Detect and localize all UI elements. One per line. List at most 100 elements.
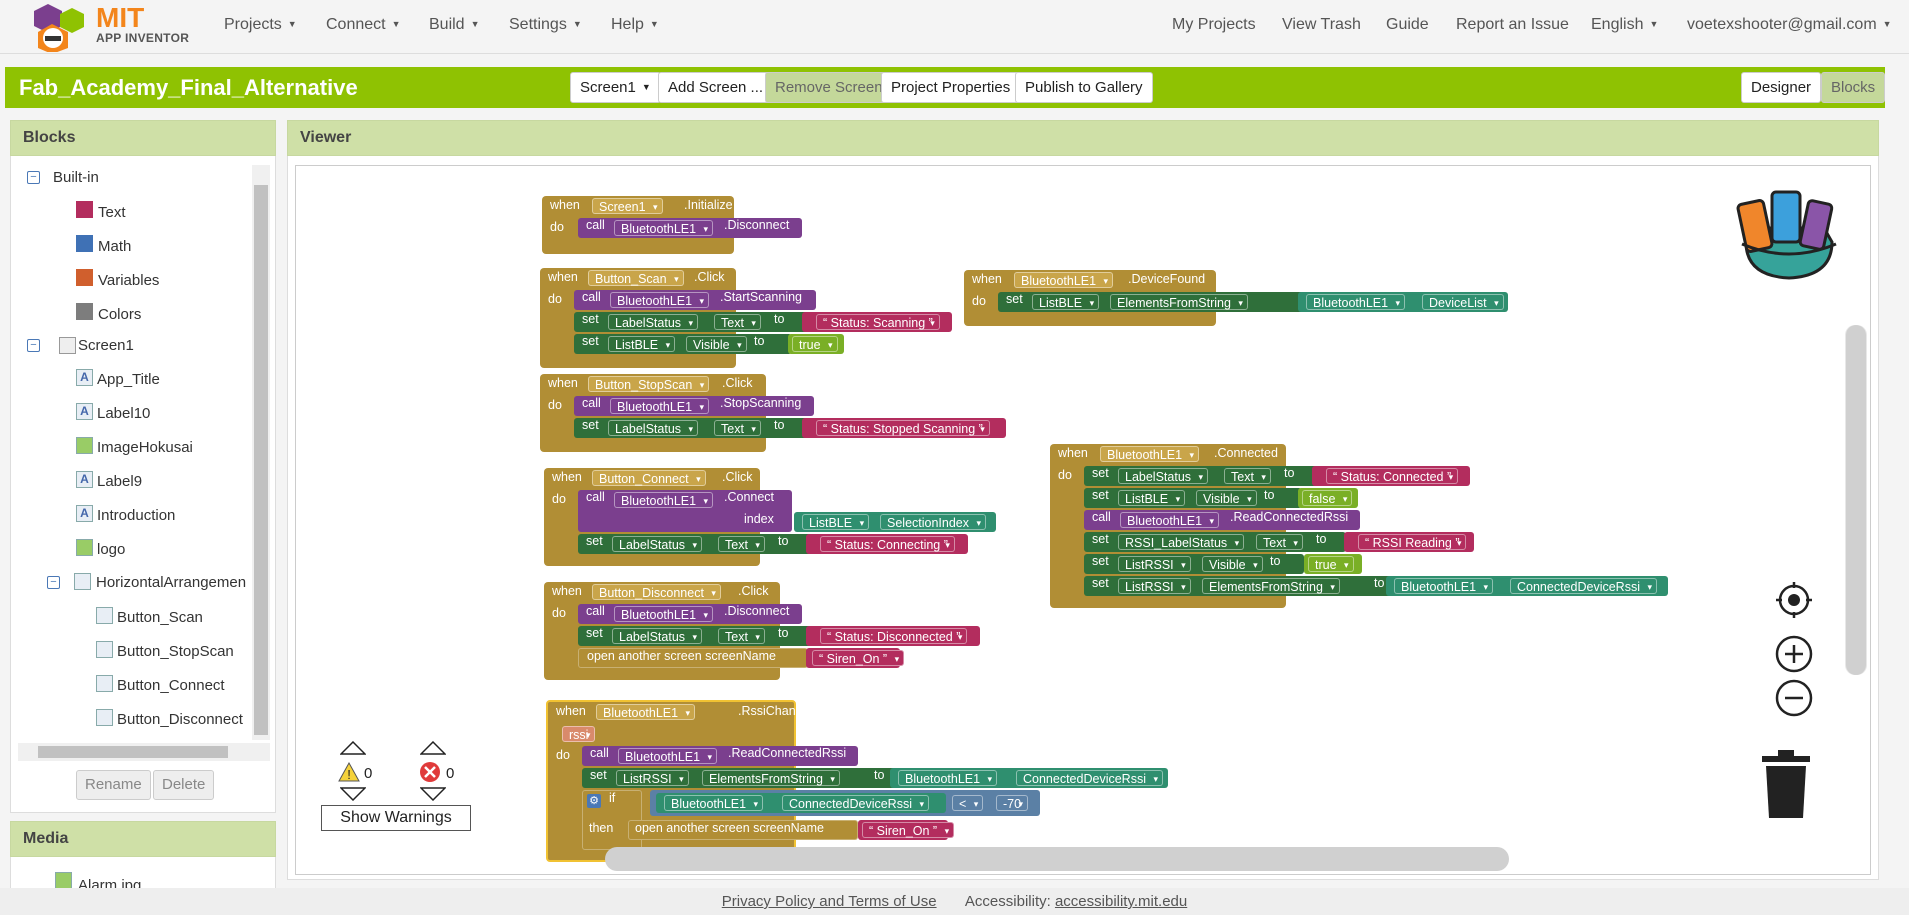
- text-block[interactable]: “ Status: Connected ”: [1312, 466, 1470, 486]
- component-dropdown[interactable]: LabelStatus: [612, 536, 703, 553]
- component-dropdown[interactable]: BluetoothLE1: [1306, 294, 1406, 311]
- event-block-device-found[interactable]: when BluetoothLE1 .DeviceFound do set Li…: [964, 270, 1508, 326]
- getter-block[interactable]: BluetoothLE1 ConnectedDeviceRssi: [656, 793, 946, 813]
- tree-item-builtin[interactable]: Built-in: [53, 166, 99, 190]
- text-block[interactable]: “ Status: Scanning ”: [802, 312, 952, 332]
- component-dropdown[interactable]: BluetoothLE1: [610, 292, 710, 309]
- component-dropdown[interactable]: ListRSSI: [616, 770, 689, 787]
- set-block[interactable]: set LabelStatus Text to: [578, 626, 816, 646]
- property-dropdown[interactable]: DeviceList: [1422, 294, 1504, 311]
- getter-block[interactable]: BluetoothLE1 DeviceList: [1298, 292, 1508, 312]
- component-dropdown[interactable]: BluetoothLE1: [596, 704, 696, 721]
- tree-item-button[interactable]: Button_Connect: [117, 674, 225, 698]
- property-dropdown[interactable]: Visible: [686, 336, 747, 353]
- property-dropdown[interactable]: Text: [718, 628, 765, 645]
- nav-my-projects[interactable]: My Projects: [1172, 16, 1256, 34]
- property-dropdown[interactable]: SelectionIndex: [880, 514, 987, 531]
- tree-item-button[interactable]: Button_Disconnect: [117, 708, 243, 732]
- tree-item-component[interactable]: logo: [97, 538, 125, 562]
- event-block-button-stopscan-click[interactable]: when Button_StopScan .Click do call Blue…: [540, 374, 1006, 452]
- nav-view-trash[interactable]: View Trash: [1282, 16, 1361, 34]
- nav-account[interactable]: voetexshooter@gmail.com ▼: [1687, 16, 1892, 34]
- screen-select[interactable]: Screen1 ▼: [570, 72, 661, 103]
- set-block[interactable]: set LabelStatus Text to: [574, 312, 812, 332]
- component-dropdown[interactable]: ListBLE: [1032, 294, 1100, 311]
- component-dropdown[interactable]: ListBLE: [802, 514, 870, 531]
- component-dropdown[interactable]: LabelStatus: [608, 314, 699, 331]
- scrollbar-thumb[interactable]: [1846, 325, 1866, 675]
- operator-dropdown[interactable]: <: [952, 795, 984, 812]
- scrollbar-thumb[interactable]: [38, 746, 228, 758]
- component-dropdown[interactable]: BluetoothLE1: [664, 795, 764, 812]
- property-dropdown[interactable]: ConnectedDeviceRssi: [782, 795, 929, 812]
- property-dropdown[interactable]: ElementsFromString: [1110, 294, 1248, 311]
- designer-button[interactable]: Designer: [1741, 72, 1822, 103]
- zoom-in-icon[interactable]: [1774, 634, 1814, 674]
- getter-block[interactable]: ListBLE SelectionIndex: [794, 512, 996, 532]
- warning-down-arrow-icon[interactable]: [340, 787, 366, 801]
- text-block[interactable]: “ Status: Connecting ”: [806, 534, 968, 554]
- tree-item-arrangement[interactable]: HorizontalArrangemen: [96, 571, 246, 595]
- open-screen-block[interactable]: open another screen screenName: [578, 648, 808, 668]
- text-block[interactable]: “ Siren_On ”: [858, 820, 955, 840]
- text-value[interactable]: “ Status: Connected ”: [1326, 468, 1459, 485]
- tree-item-screen1[interactable]: Screen1: [78, 334, 134, 358]
- blocks-button[interactable]: Blocks: [1821, 72, 1886, 103]
- component-dropdown[interactable]: BluetoothLE1: [1014, 272, 1114, 289]
- event-block-button-scan-click[interactable]: when Button_Scan .Click do call Bluetoot…: [540, 268, 952, 368]
- component-dropdown[interactable]: BluetoothLE1: [614, 220, 714, 237]
- event-block-button-connect-click[interactable]: when Button_Connect .Click do call Bluet…: [544, 468, 996, 566]
- component-dropdown[interactable]: Button_Disconnect: [592, 584, 721, 601]
- component-dropdown[interactable]: Button_Scan: [588, 270, 684, 287]
- component-dropdown[interactable]: Button_Connect: [592, 470, 706, 487]
- privacy-link[interactable]: Privacy Policy and Terms of Use: [722, 893, 937, 910]
- component-dropdown[interactable]: BluetoothLE1: [898, 770, 998, 787]
- set-block[interactable]: set ListBLE Visible to: [574, 334, 792, 354]
- tree-item-variables[interactable]: Variables: [98, 269, 159, 293]
- property-dropdown[interactable]: Text: [714, 420, 761, 437]
- accessibility-link[interactable]: accessibility.mit.edu: [1055, 893, 1187, 910]
- call-block[interactable]: call BluetoothLE1 .ReadConnectedRssi: [582, 746, 858, 766]
- show-warnings-button[interactable]: Show Warnings: [321, 805, 471, 831]
- event-block-rssi-changed[interactable]: when BluetoothLE1 .RssiChanged rssi do c…: [546, 700, 1168, 862]
- set-block[interactable]: set ListRSSI ElementsFromString to: [582, 768, 900, 788]
- set-block[interactable]: set LabelStatus Text to: [578, 534, 816, 554]
- getter-block[interactable]: BluetoothLE1 ConnectedDeviceRssi: [1386, 576, 1668, 596]
- component-dropdown[interactable]: BluetoothLE1: [610, 398, 710, 415]
- call-block[interactable]: call BluetoothLE1 .StopScanning: [574, 396, 814, 416]
- app-inventor-logo[interactable]: MIT APP INVENTOR: [28, 2, 189, 52]
- text-block[interactable]: “ Siren_On ”: [806, 648, 905, 668]
- backpack-icon[interactable]: [1732, 180, 1846, 284]
- collapse-icon[interactable]: −: [27, 171, 40, 184]
- component-dropdown[interactable]: BluetoothLE1: [1120, 512, 1220, 529]
- boolean-block[interactable]: false: [1298, 488, 1358, 508]
- set-block[interactable]: set ListRSSI Visible to: [1084, 554, 1304, 574]
- component-dropdown[interactable]: BluetoothLE1: [1394, 578, 1494, 595]
- tree-vertical-scrollbar[interactable]: [252, 165, 270, 740]
- component-dropdown[interactable]: BluetoothLE1: [614, 492, 714, 509]
- component-dropdown[interactable]: BluetoothLE1: [618, 748, 718, 765]
- add-screen-button[interactable]: Add Screen ...: [658, 72, 774, 103]
- event-block-button-disconnect-click[interactable]: when Button_Disconnect .Click do call Bl…: [544, 582, 980, 680]
- nav-projects[interactable]: Projects ▼: [224, 16, 297, 34]
- compare-block[interactable]: BluetoothLE1 ConnectedDeviceRssi < -70: [650, 790, 1040, 816]
- component-dropdown[interactable]: Button_StopScan: [588, 376, 710, 393]
- collapse-icon[interactable]: −: [27, 339, 40, 352]
- property-dropdown[interactable]: Text: [714, 314, 761, 331]
- call-block[interactable]: call BluetoothLE1 .Disconnect: [578, 604, 802, 624]
- delete-button[interactable]: Delete: [153, 770, 215, 800]
- component-dropdown[interactable]: ListBLE: [1118, 490, 1186, 507]
- gear-icon[interactable]: ⚙: [587, 794, 601, 808]
- component-dropdown[interactable]: BluetoothLE1: [1100, 446, 1200, 463]
- nav-build[interactable]: Build ▼: [429, 16, 480, 34]
- collapse-icon[interactable]: −: [47, 576, 60, 589]
- component-dropdown[interactable]: LabelStatus: [1118, 468, 1209, 485]
- component-dropdown[interactable]: Screen1: [592, 198, 663, 215]
- property-dropdown[interactable]: ConnectedDeviceRssi: [1016, 770, 1163, 787]
- tree-item-text[interactable]: Text: [98, 201, 126, 225]
- boolean-value[interactable]: true: [792, 336, 838, 353]
- tree-item-component[interactable]: App_Title: [97, 368, 160, 392]
- property-dropdown[interactable]: Visible: [1196, 490, 1257, 507]
- set-block[interactable]: set RSSI_LabelStatus Text to: [1084, 532, 1346, 552]
- error-up-arrow-icon[interactable]: [420, 741, 446, 755]
